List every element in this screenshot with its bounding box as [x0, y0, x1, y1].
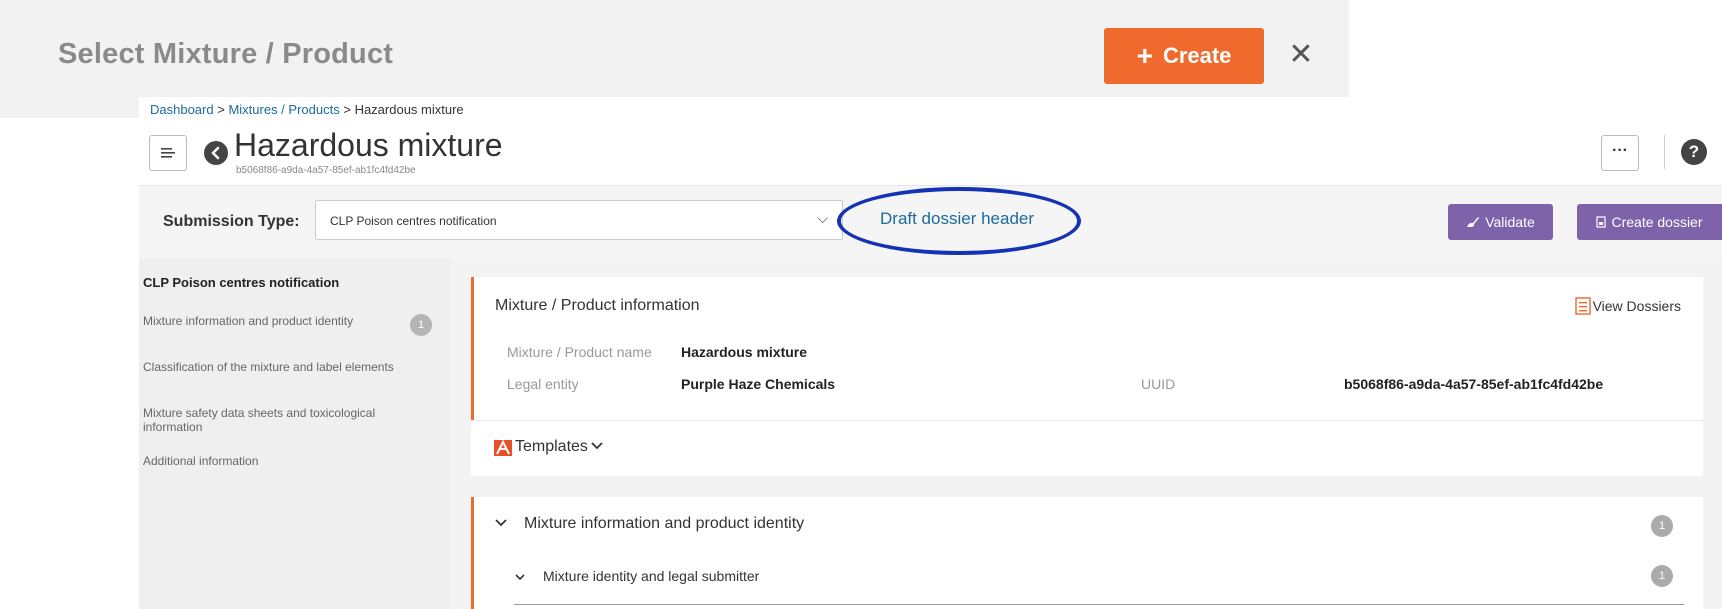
section-divider [514, 604, 1684, 605]
breadcrumb-separator: > [217, 102, 225, 117]
templates-dropdown[interactable]: Templates [493, 437, 604, 457]
breadcrumb: Dashboard > Mixtures / Products > Hazard… [150, 102, 464, 117]
select-panel-title: Select Mixture / Product [58, 38, 394, 70]
create-dossier-button[interactable]: Create dossier [1577, 204, 1722, 240]
section-count-badge: 1 [1651, 515, 1673, 537]
subsection-count-badge: 1 [1651, 565, 1673, 587]
templates-label: Templates [515, 438, 588, 455]
templates-bar: Templates [471, 420, 1703, 476]
info-card-title: Mixture / Product information [495, 297, 700, 314]
breadcrumb-mixtures[interactable]: Mixtures / Products [228, 102, 339, 117]
brush-icon [1467, 217, 1480, 227]
menu-icon [161, 148, 175, 158]
nav-count-badge: 1 [410, 314, 432, 336]
uuid-label: UUID [1141, 376, 1176, 392]
submission-type-label: Submission Type: [163, 213, 300, 230]
validate-button[interactable]: Validate [1448, 204, 1553, 240]
section-title[interactable]: Mixture information and product identity [524, 515, 804, 533]
create-dossier-label: Create dossier [1611, 214, 1703, 230]
plus-icon: + [1136, 40, 1153, 71]
page-uuid: b5068f86-a9da-4a57-85ef-ab1fc4fd42be [236, 165, 416, 176]
submission-type-select[interactable]: CLP Poison centres notification ⌵ [315, 200, 843, 240]
chevron-down-icon [590, 438, 604, 456]
validate-label: Validate [1485, 214, 1535, 230]
breadcrumb-dashboard[interactable]: Dashboard [150, 102, 214, 117]
nav-item-classification[interactable]: Classification of the mixture and label … [143, 360, 403, 374]
legal-entity-label: Legal entity [507, 376, 579, 392]
page-title: Hazardous mixture [234, 127, 503, 163]
chevron-down-icon: ⌵ [817, 210, 828, 226]
mixture-identity-section: Mixture information and product identity… [471, 497, 1703, 609]
chevron-down-icon[interactable] [514, 569, 526, 585]
mixture-info-card: Mixture / Product information View Dossi… [471, 277, 1703, 420]
help-icon[interactable]: ? [1681, 139, 1707, 165]
list-document-icon [1574, 297, 1591, 315]
subsection-title[interactable]: Mixture identity and legal submitter [543, 568, 759, 584]
header-divider [1664, 135, 1665, 169]
breadcrumb-separator: > [343, 102, 351, 117]
view-dossiers-link[interactable]: View Dossiers [1574, 297, 1681, 315]
nav-item-additional[interactable]: Additional information [143, 454, 403, 468]
submission-type-value: CLP Poison centres notification [330, 214, 497, 228]
create-button-label: Create [1162, 43, 1232, 68]
create-button[interactable]: + Create [1104, 28, 1264, 84]
menu-button[interactable] [149, 135, 187, 171]
left-navigation: CLP Poison centres notification Mixture … [139, 258, 450, 609]
legal-entity-value: Purple Haze Chemicals [681, 376, 836, 392]
back-arrow-icon[interactable] [204, 141, 228, 165]
highlight-oval [837, 187, 1081, 255]
document-icon [1596, 216, 1607, 228]
more-options-button[interactable]: ··· [1601, 135, 1639, 171]
chevron-down-icon[interactable] [494, 515, 508, 531]
uuid-value: b5068f86-a9da-4a57-85ef-ab1fc4fd42be [1344, 376, 1604, 392]
nav-item-safety-data[interactable]: Mixture safety data sheets and toxicolog… [143, 406, 403, 434]
close-icon[interactable]: ✕ [1288, 40, 1314, 70]
mixture-detail-page: Dashboard > Mixtures / Products > Hazard… [139, 97, 1722, 609]
view-dossiers-label: View Dossiers [1592, 298, 1681, 314]
breadcrumb-current: Hazardous mixture [354, 102, 464, 117]
templates-icon [494, 439, 512, 456]
nav-item-mixture-info[interactable]: Mixture information and product identity [143, 314, 373, 328]
name-field-label: Mixture / Product name [507, 344, 652, 360]
nav-title[interactable]: CLP Poison centres notification [143, 275, 339, 290]
submission-bar: Submission Type: CLP Poison centres noti… [139, 185, 1722, 258]
name-field-value: Hazardous mixture [681, 344, 808, 360]
